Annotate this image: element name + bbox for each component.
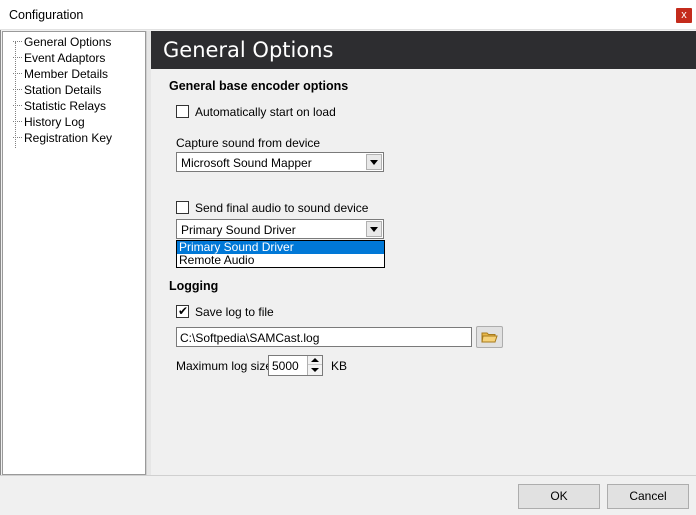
tree-item-history-log[interactable]: History Log	[3, 114, 143, 130]
capture-device-value: Microsoft Sound Mapper	[181, 156, 312, 170]
capture-device-select[interactable]: Microsoft Sound Mapper	[176, 152, 384, 172]
panel-header: General Options	[151, 31, 696, 69]
tree-item-general-options[interactable]: General Options	[3, 34, 143, 50]
stepper-down-button[interactable]	[308, 366, 322, 375]
tree-item-label: General Options	[24, 35, 112, 49]
encoder-section-title: General base encoder options	[169, 79, 349, 93]
max-log-size-unit: KB	[331, 359, 348, 373]
tree-branch	[13, 137, 22, 138]
window-border	[0, 30, 1, 515]
max-log-size-stepper[interactable]: 5000	[268, 355, 323, 376]
output-device-value: Primary Sound Driver	[181, 223, 296, 237]
tree-branch	[13, 89, 22, 90]
capture-device-label: Capture sound from device	[176, 136, 321, 150]
page-title: General Options	[163, 38, 334, 62]
tree-branch	[13, 121, 22, 122]
options-tree[interactable]: General Options Event Adaptors Member De…	[2, 31, 146, 475]
checkbox-label: Send final audio to sound device	[195, 201, 369, 215]
tree-branch	[13, 105, 22, 106]
checkbox-label: Save log to file	[195, 305, 274, 319]
tree-item-label: History Log	[24, 115, 85, 129]
stepper-up-button[interactable]	[308, 356, 322, 365]
chevron-down-icon	[311, 368, 319, 372]
tree-item-label: Event Adaptors	[24, 51, 106, 65]
tree-item-label: Station Details	[24, 83, 102, 97]
tree-item-statistic-relays[interactable]: Statistic Relays	[3, 98, 143, 114]
chevron-down-icon	[370, 227, 378, 232]
tree-item-label: Registration Key	[24, 131, 113, 145]
tree-item-registration-key[interactable]: Registration Key	[3, 130, 143, 146]
checkbox-box[interactable]	[176, 105, 189, 118]
send-final-audio-checkbox[interactable]: Send final audio to sound device	[176, 200, 376, 216]
log-path-input[interactable]: C:\Softpedia\SAMCast.log	[176, 327, 472, 347]
checkbox-label: Automatically start on load	[195, 105, 336, 119]
max-log-size-value: 5000	[272, 359, 299, 373]
output-device-options[interactable]: Primary Sound Driver Remote Audio	[176, 240, 385, 268]
close-icon[interactable]: x	[676, 8, 692, 23]
log-path-value: C:\Softpedia\SAMCast.log	[180, 331, 320, 345]
max-log-size-label: Maximum log size	[176, 359, 273, 373]
tree-branch	[13, 73, 22, 74]
browse-folder-button[interactable]	[476, 326, 503, 348]
dropdown-option-remote-audio[interactable]: Remote Audio	[177, 254, 384, 267]
tree-item-station-details[interactable]: Station Details	[3, 82, 143, 98]
tree-branch	[13, 57, 22, 58]
logging-section-title: Logging	[169, 279, 219, 293]
chevron-up-icon	[311, 358, 319, 362]
tree-item-member-details[interactable]: Member Details	[3, 66, 143, 82]
auto-start-checkbox[interactable]: Automatically start on load	[176, 104, 376, 120]
check-icon: ✔	[178, 304, 189, 318]
checkbox-box[interactable]: ✔	[176, 304, 189, 318]
ok-button[interactable]: OK	[518, 484, 600, 509]
stepper-buttons	[307, 356, 322, 375]
output-device-select[interactable]: Primary Sound Driver	[176, 219, 384, 239]
tree-item-event-adaptors[interactable]: Event Adaptors	[3, 50, 143, 66]
dropdown-button[interactable]	[366, 154, 382, 170]
checkbox-box[interactable]	[176, 201, 189, 214]
dropdown-button[interactable]	[366, 221, 382, 237]
cancel-button[interactable]: Cancel	[607, 484, 689, 509]
tree-branch	[13, 41, 22, 42]
dialog-footer: OK Cancel	[0, 475, 696, 515]
tree-item-label: Statistic Relays	[24, 99, 107, 113]
options-panel: General Options General base encoder opt…	[151, 31, 696, 475]
window-title: Configuration	[9, 8, 84, 22]
save-log-checkbox[interactable]: ✔ Save log to file	[176, 304, 316, 320]
chevron-down-icon	[370, 160, 378, 165]
folder-icon	[481, 332, 498, 343]
title-bar: Configuration x	[0, 0, 696, 30]
tree-item-label: Member Details	[24, 67, 109, 81]
